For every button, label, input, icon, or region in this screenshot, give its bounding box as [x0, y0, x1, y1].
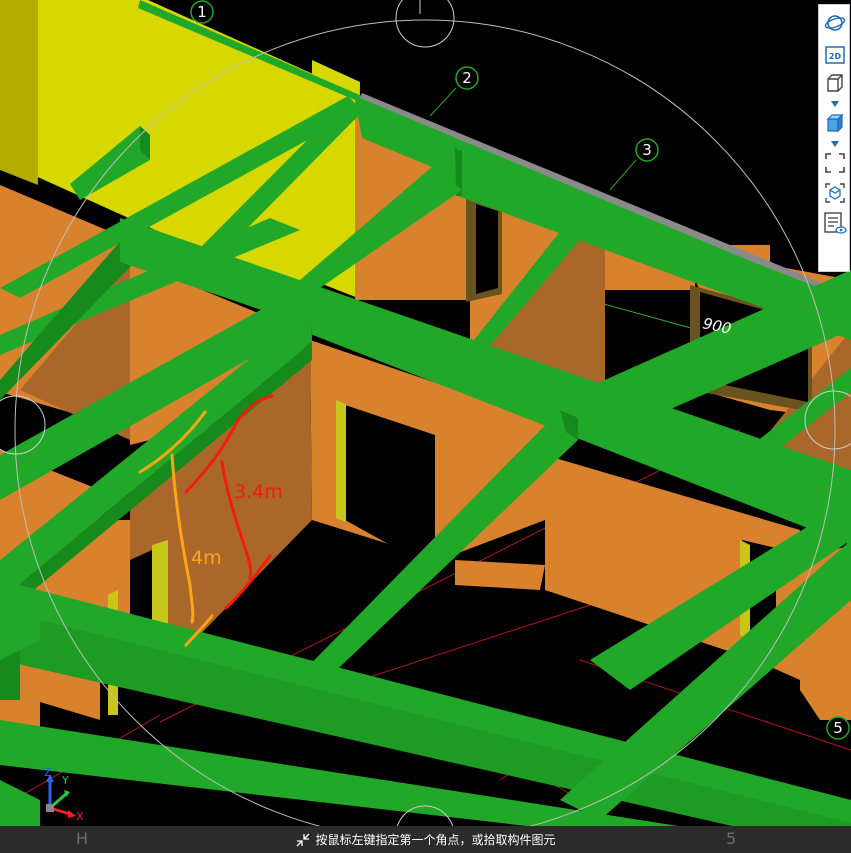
svg-text:2: 2 [462, 69, 472, 87]
properties-display-icon [824, 212, 847, 234]
triad-x-label: X [76, 810, 84, 822]
chevron-down-icon[interactable] [831, 101, 839, 107]
view-toolbar: 2D [818, 4, 850, 272]
axis-marker-1: 1 [190, 0, 214, 24]
triad-y-label: Y [61, 774, 69, 787]
axis-marker-2: 2 [429, 66, 479, 117]
svg-text:3: 3 [642, 141, 652, 159]
svg-text:5: 5 [833, 719, 843, 737]
axis-marker-3: 3 [609, 138, 659, 191]
axis-ghost-right: 5 [726, 829, 737, 848]
3d-wireframe-box-button[interactable] [822, 71, 848, 95]
3d-model-viewport[interactable]: 1 2 3 5 900 4m 3.4m [0, 0, 851, 853]
svg-text:1: 1 [197, 3, 207, 21]
status-bar: H 按鼠标左键指定第一个角点，或拾取构件图元 5 [0, 826, 851, 853]
red-height-label: 3.4m [234, 481, 283, 503]
2d-view-icon: 2D [825, 46, 845, 64]
pick-cursor-icon [297, 833, 310, 846]
3d-solid-box-icon [826, 113, 844, 133]
fullscreen-icon [825, 153, 845, 173]
orange-height-label: 4m [191, 547, 222, 569]
dynamic-observe-icon [825, 183, 845, 203]
chevron-down-icon[interactable] [831, 141, 839, 147]
3d-wireframe-box-icon [827, 74, 843, 92]
fullscreen-button[interactable] [822, 151, 848, 175]
3d-solid-box-button[interactable] [822, 111, 848, 135]
axis-ghost-left: H [76, 829, 89, 848]
dynamic-observe-button[interactable] [822, 181, 848, 205]
orbit-view-icon [824, 15, 846, 31]
triad-z-label: Z [44, 766, 52, 779]
coordinate-triad: Z Y X [44, 766, 84, 822]
svg-text:2D: 2D [829, 52, 842, 61]
orbit-view-button[interactable] [822, 11, 848, 35]
2d-view-button[interactable]: 2D [822, 43, 848, 67]
properties-display-button[interactable] [822, 211, 848, 235]
axis-marker-5: 5 [826, 716, 850, 740]
status-prompt: 按鼠标左键指定第一个角点，或拾取构件图元 [315, 833, 556, 847]
